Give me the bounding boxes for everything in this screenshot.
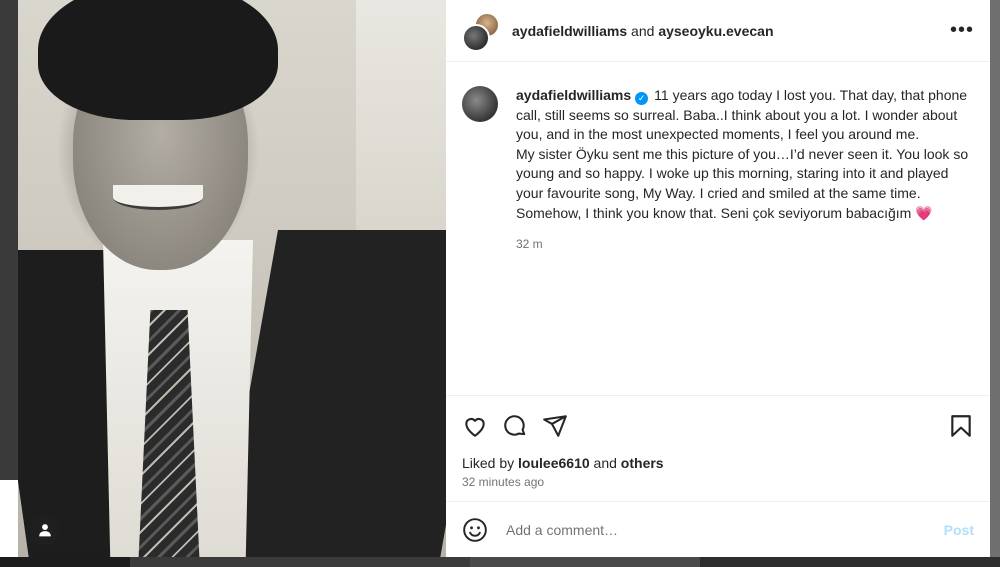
caption-section: aydafieldwilliams ✓ 11 years ago today I l…: [446, 62, 990, 395]
caption-text: My sister Öyku sent me this picture of y…: [516, 145, 974, 223]
author-link[interactable]: aydafieldwilliams: [512, 23, 627, 39]
user-icon: [39, 524, 51, 537]
post-timestamp: 32 minutes ago: [462, 475, 545, 489]
tagged-users-button[interactable]: [30, 515, 60, 545]
caption-body: aydafieldwilliams ✓ 11 years ago today I l…: [516, 86, 974, 395]
photo-hair: [38, 0, 278, 120]
post-modal: aydafieldwilliams and ayseoyku.evecan ••…: [18, 0, 990, 557]
collab-avatars[interactable]: [462, 11, 500, 52]
heart-emoji: 💗: [915, 204, 933, 221]
likes-summary: Liked by loulee6610 and others: [446, 455, 990, 471]
authors-joiner: and: [627, 22, 659, 39]
caption-username[interactable]: aydafieldwilliams: [516, 87, 631, 103]
post-side-panel: aydafieldwilliams and ayseoyku.evecan ••…: [446, 0, 990, 557]
likes-middle: and: [589, 455, 621, 471]
background-feed-bottom: [0, 557, 1000, 567]
post-authors: aydafieldwilliams and ayseoyku.evecan: [512, 23, 950, 39]
avatar[interactable]: [462, 23, 490, 52]
comment-input[interactable]: [504, 520, 944, 539]
photo-smile: [113, 185, 203, 210]
photo-suit-right: [218, 230, 446, 557]
avatar[interactable]: [462, 86, 498, 122]
comment-icon[interactable]: [502, 413, 528, 439]
comment-bar: Post: [446, 501, 990, 557]
post-comment-button[interactable]: Post: [944, 522, 974, 538]
others-link[interactable]: others: [621, 455, 664, 471]
share-icon[interactable]: [542, 413, 568, 439]
action-bar: [446, 395, 990, 455]
likes-prefix: Liked by: [462, 455, 519, 471]
heart-icon[interactable]: [462, 413, 488, 439]
caption-timestamp[interactable]: 32 m: [516, 235, 974, 255]
verified-icon: ✓: [635, 92, 649, 105]
bookmark-icon[interactable]: [948, 413, 974, 439]
caption-text: aydafieldwilliams ✓ 11 years ago today I l…: [516, 86, 974, 145]
post-header: aydafieldwilliams and ayseoyku.evecan ••…: [446, 0, 990, 62]
liker-link[interactable]: loulee6610: [518, 455, 590, 471]
background-feed-right: [990, 0, 1000, 567]
coauthor-link[interactable]: ayseoyku.evecan: [658, 23, 773, 39]
emoji-icon[interactable]: [462, 517, 488, 543]
background-feed-corner: [0, 480, 18, 567]
caption-paragraph-2: My sister Öyku sent me this picture of y…: [516, 145, 969, 221]
more-icon[interactable]: •••: [950, 19, 974, 42]
post-photo: [18, 0, 446, 557]
